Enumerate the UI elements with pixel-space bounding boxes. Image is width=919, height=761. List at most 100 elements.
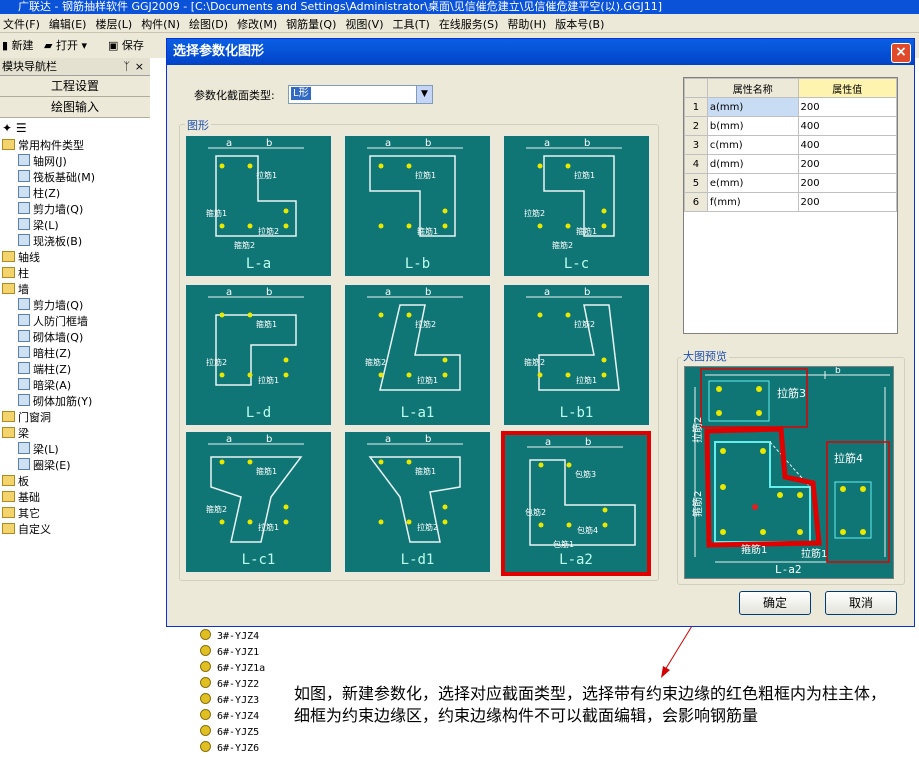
tree-item[interactable]: 筏板基础(M): [18, 170, 95, 186]
tree-item[interactable]: 梁(L): [18, 218, 59, 234]
tree-item[interactable]: 剪力墙(Q): [18, 202, 83, 218]
pin-icon[interactable]: ᛉ: [123, 58, 130, 75]
menu-item-7[interactable]: 视图(V): [342, 14, 389, 32]
chevron-down-icon[interactable]: ▼: [416, 86, 432, 103]
tree-item[interactable]: 墙: [2, 282, 29, 298]
menu-item-6[interactable]: 钢筋量(Q): [283, 14, 342, 32]
rebar-dot: [442, 357, 448, 363]
table-row[interactable]: 1 a(mm) 200: [684, 97, 898, 117]
tree-item[interactable]: 砌体加筋(Y): [18, 394, 92, 410]
rebar-dot: [247, 223, 253, 229]
tree-item[interactable]: 板: [2, 474, 29, 490]
menu-item-10[interactable]: 帮助(H): [504, 14, 552, 32]
property-value-cell[interactable]: 200: [797, 97, 898, 117]
shape-tile[interactable]: a b 拉筋2 拉筋1 箍筋2 L-a1: [344, 284, 491, 426]
tree-item[interactable]: 剪力墙(Q): [18, 298, 83, 314]
list-item[interactable]: 6#-YJZ2: [200, 676, 259, 693]
shape-tile[interactable]: a b 包筋3 包筋4 包筋2 包筋1 L-a2: [501, 431, 651, 576]
menu-item-3[interactable]: 构件(N): [138, 14, 186, 32]
shape-tile[interactable]: a b 箍筋1 拉筋1 箍筋2 L-c1: [185, 431, 332, 573]
property-value-cell[interactable]: 400: [797, 135, 898, 155]
list-item[interactable]: 6#-YJZ1a: [200, 660, 265, 677]
tree-item[interactable]: 梁(L): [18, 442, 59, 458]
list-item[interactable]: 3#-YJZ4: [200, 628, 259, 645]
tree-item[interactable]: 梁: [2, 426, 29, 442]
dialog-close-button[interactable]: ×: [891, 43, 911, 63]
list-item[interactable]: 6#-YJZ3: [200, 692, 259, 709]
tree-item[interactable]: 暗梁(A): [18, 378, 71, 394]
close-icon[interactable]: ×: [135, 58, 144, 75]
list-item-label: 6#-YJZ1a: [217, 663, 266, 674]
shape-tile[interactable]: a b 拉筋1 拉筋2 箍筋1 箍筋2 L-a: [185, 135, 332, 277]
rebar-dot: [442, 223, 448, 229]
menu-item-9[interactable]: 在线服务(S): [436, 14, 505, 32]
list-item[interactable]: 6#-YJZ1: [200, 644, 259, 661]
property-value-cell[interactable]: 400: [797, 116, 898, 136]
menu-item-4[interactable]: 绘图(D): [186, 14, 234, 32]
tree-item[interactable]: 圈梁(E): [18, 458, 71, 474]
rebar-dot: [406, 223, 412, 229]
table-row[interactable]: 5 e(mm) 200: [684, 173, 898, 193]
menu-item-5[interactable]: 修改(M): [234, 14, 283, 32]
shape-tile[interactable]: a b 拉筋1 箍筋1 L-b: [344, 135, 491, 277]
table-row[interactable]: 2 b(mm) 400: [684, 116, 898, 136]
list-item-label: 6#-YJZ2: [217, 679, 260, 690]
rebar-label: 包筋2: [525, 507, 546, 517]
window-title: 广联达 - 钢筋抽样软件 GGJ2009 - [C:\Documents and…: [18, 0, 663, 13]
property-value-cell[interactable]: 200: [797, 192, 898, 212]
tree-item[interactable]: 柱(Z): [18, 186, 60, 202]
ok-button[interactable]: 确定: [739, 591, 811, 615]
tree-item[interactable]: 轴网(J): [18, 154, 67, 170]
table-row[interactable]: 4 d(mm) 200: [684, 154, 898, 174]
component-icon: [18, 378, 30, 390]
tree-item-label: 柱(Z): [33, 187, 61, 200]
property-value-cell[interactable]: 200: [797, 154, 898, 174]
property-value-header: 属性值: [797, 78, 898, 98]
tree-item[interactable]: 门窗洞: [2, 410, 51, 426]
expand-icon[interactable]: ✦: [2, 121, 12, 135]
shape-drawing: a b 箍筋1 拉筋2: [367, 434, 463, 543]
save-button[interactable]: ▣ 保存: [108, 37, 144, 53]
rebar-dot: [378, 372, 384, 378]
menu-item-8[interactable]: 工具(T): [390, 14, 436, 32]
rebar-label: 箍筋2: [206, 504, 227, 514]
property-table[interactable]: 属性名称 属性值 1 a(mm) 200 2 b(mm) 400 3 c(mm) 400 4 d(m…: [683, 77, 898, 334]
property-value-cell[interactable]: 200: [797, 173, 898, 193]
tree-item[interactable]: 现浇板(B): [18, 234, 82, 250]
menu-item-11[interactable]: 版本号(B): [552, 14, 610, 32]
shape-tile[interactable]: a b 拉筋2 拉筋1 箍筋2 L-b1: [503, 284, 650, 426]
tree-item[interactable]: 暗柱(Z): [18, 346, 71, 362]
menu-item-1[interactable]: 编辑(E): [46, 14, 93, 32]
shape-tile[interactable]: a b 箍筋1 拉筋2 L-d1: [344, 431, 491, 573]
row-number-cell: 1: [684, 97, 708, 117]
new-button[interactable]: ▮ 新建: [2, 37, 34, 53]
shape-tile[interactable]: a b 箍筋1 拉筋1 拉筋2 L-d: [185, 284, 332, 426]
open-button[interactable]: ▰ 打开 ▾: [44, 37, 87, 53]
nav-section-project-settings[interactable]: 工程设置: [0, 76, 150, 97]
cancel-button[interactable]: 取消: [825, 591, 897, 615]
tree-item[interactable]: 柱: [2, 266, 29, 282]
tree-item[interactable]: 其它: [2, 506, 40, 522]
tree-item-label: 其它: [18, 507, 40, 520]
table-row[interactable]: 3 c(mm) 400: [684, 135, 898, 155]
rebar-label: 箍筋1: [576, 226, 597, 236]
collapse-icon[interactable]: ☰: [16, 121, 27, 135]
list-item[interactable]: 6#-YJZ6: [200, 740, 259, 757]
list-item[interactable]: 6#-YJZ4: [200, 708, 259, 725]
menu-item-0[interactable]: 文件(F): [0, 14, 46, 32]
tree-item[interactable]: 基础: [2, 490, 40, 506]
tree-item[interactable]: 自定义: [2, 522, 51, 538]
tree-item[interactable]: 人防门框墙: [18, 314, 88, 330]
tree-item[interactable]: 砌体墙(Q): [18, 330, 83, 346]
list-item[interactable]: 6#-YJZ5: [200, 724, 259, 741]
shape-name: L-c1: [241, 552, 276, 568]
section-type-select[interactable]: L形 ▼: [288, 85, 433, 104]
rebar-dot: [602, 507, 608, 513]
table-row[interactable]: 6 f(mm) 200: [684, 192, 898, 212]
tree-item[interactable]: 端柱(Z): [18, 362, 71, 378]
menu-item-2[interactable]: 楼层(L): [92, 14, 138, 32]
shape-tile[interactable]: a b 拉筋1 箍筋1 拉筋2 箍筋2 L-c: [503, 135, 650, 277]
tree-item[interactable]: 常用构件类型: [2, 138, 84, 154]
nav-section-drawing-input[interactable]: 绘图输入: [0, 97, 150, 118]
tree-item[interactable]: 轴线: [2, 250, 40, 266]
